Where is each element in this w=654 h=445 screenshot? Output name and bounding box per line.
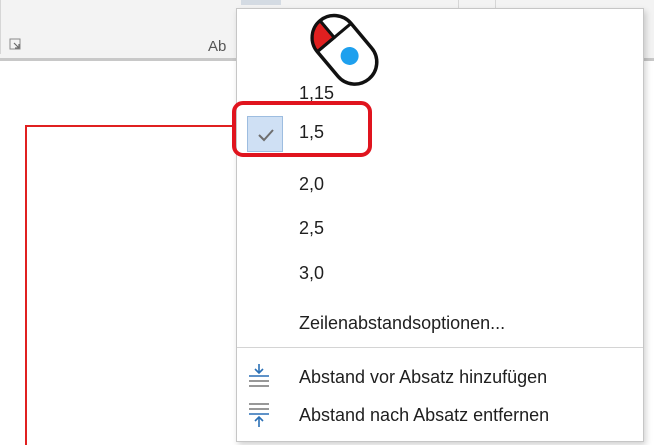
menu-separator bbox=[237, 347, 643, 348]
ribbon-divider bbox=[0, 0, 1, 54]
menu-item-label: Abstand vor Absatz hinzufügen bbox=[299, 367, 548, 387]
line-spacing-button-edge[interactable] bbox=[241, 0, 281, 5]
menu-item-2-5[interactable]: 2,5 bbox=[237, 208, 643, 248]
menu-item-label: 2,0 bbox=[299, 174, 325, 194]
menu-item-space-after[interactable]: Abstand nach Absatz entfernen bbox=[237, 395, 643, 435]
dialog-launcher-icon[interactable] bbox=[9, 38, 22, 51]
menu-item-2-0[interactable]: 2,0 bbox=[237, 164, 643, 204]
annotation-line bbox=[25, 125, 27, 445]
menu-item-3-0[interactable]: 3,0 bbox=[237, 253, 643, 293]
menu-item-label: Abstand nach Absatz entfernen bbox=[299, 405, 550, 425]
annotation-line bbox=[25, 125, 237, 127]
menu-item-line-spacing-options[interactable]: Zeilenabstandsoptionen... bbox=[237, 303, 643, 343]
selection-highlight bbox=[232, 101, 372, 157]
menu-item-label: 2,5 bbox=[299, 218, 325, 238]
menu-item-space-before[interactable]: Abstand vor Absatz hinzufügen bbox=[237, 357, 643, 397]
mouse-click-icon bbox=[290, 0, 400, 98]
paragraph-group-label: Ab bbox=[208, 38, 227, 55]
add-space-before-icon bbox=[247, 363, 271, 391]
menu-item-label: Zeilenabstandsoptionen... bbox=[299, 313, 506, 333]
remove-space-after-icon bbox=[247, 401, 271, 429]
menu-item-label: 3,0 bbox=[299, 263, 325, 283]
